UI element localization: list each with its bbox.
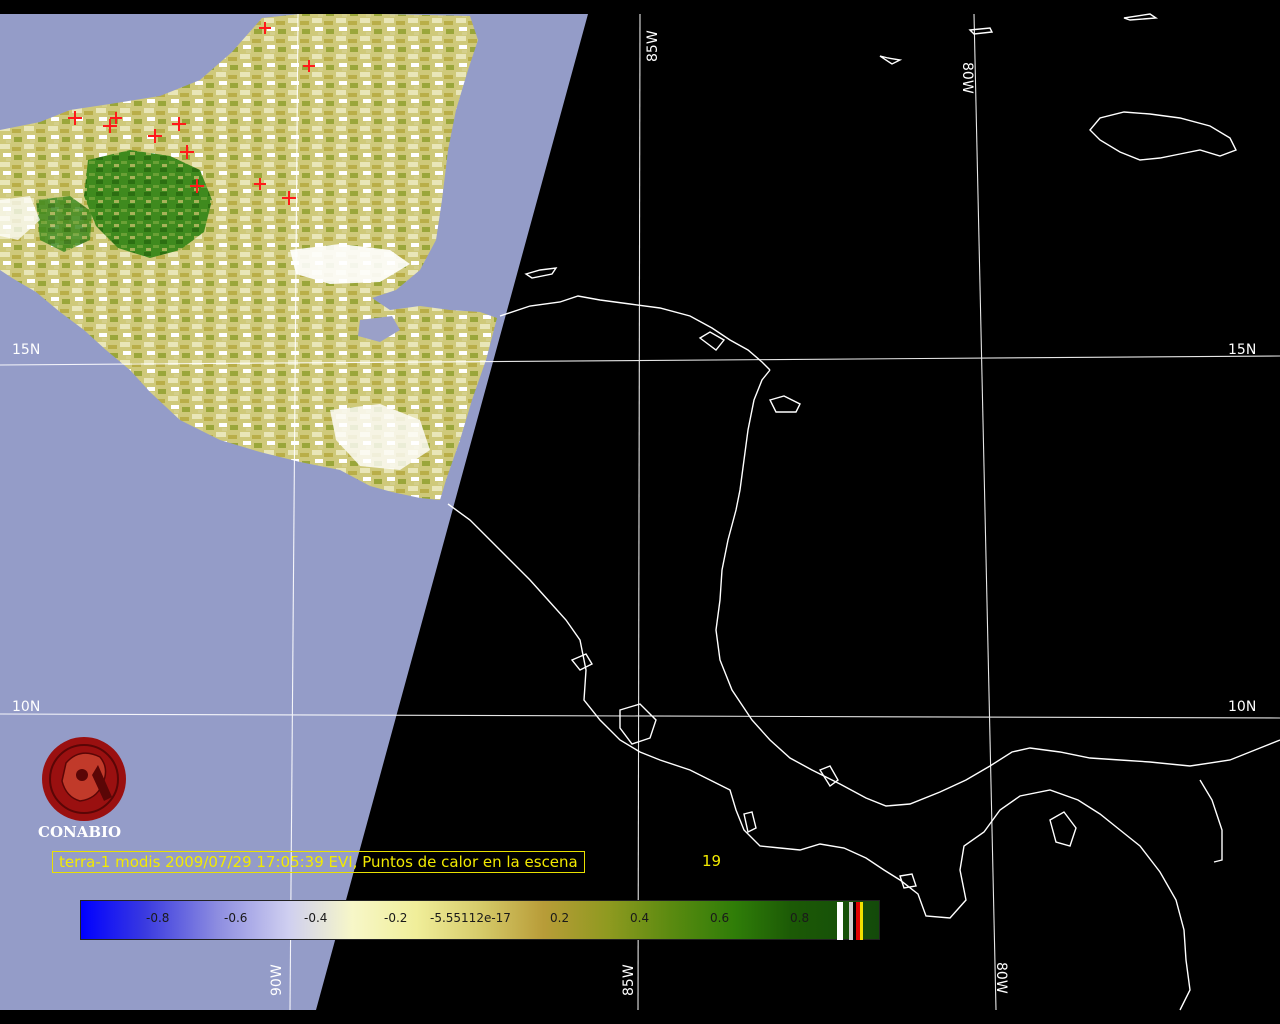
scene-caption: terra-1 modis 2009/07/29 17:05:39 EVI, P… xyxy=(52,851,585,873)
conabio-logo-text: CONABIO xyxy=(38,823,122,841)
colorbar-tick-label: -5.55112e-17 xyxy=(430,911,511,925)
lat-label-15n-right: 15N xyxy=(1228,342,1257,358)
colorbar-tick-label: 0.6 xyxy=(710,911,730,925)
hotspot-count: 19 xyxy=(702,852,722,870)
satellite-map-viewer: 15N 15N 10N 10N 85W 80W 90W 85W 80W CONA… xyxy=(0,0,1280,1024)
colorbar-stripe-yellow xyxy=(860,902,863,940)
lon-label-80w-top: 80W xyxy=(959,62,975,94)
lon-label-85w-bottom: 85W xyxy=(621,964,637,996)
lon-label-80w-bottom: 80W xyxy=(993,962,1009,994)
colorbar-tick-label: -0.8 xyxy=(146,911,170,925)
colorbar-tick-label: -0.2 xyxy=(384,911,408,925)
lat-label-10n-left: 10N xyxy=(12,699,41,715)
colorbar-stripe-white xyxy=(837,902,843,940)
colorbar-tick-label: -0.6 xyxy=(224,911,248,925)
colorbar-tick-label: 0.8 xyxy=(790,911,810,925)
colorbar-tick-label: 0.2 xyxy=(550,911,570,925)
lat-label-15n-left: 15N xyxy=(12,342,41,358)
colorbar-tick-label: -0.4 xyxy=(304,911,328,925)
colorbar-tick-label: 0.4 xyxy=(630,911,650,925)
conabio-logo xyxy=(42,737,126,821)
lat-label-10n-right: 10N xyxy=(1228,699,1257,715)
lon-label-85w-top: 85W xyxy=(645,30,661,62)
lon-label-90w-bottom: 90W xyxy=(269,964,285,996)
